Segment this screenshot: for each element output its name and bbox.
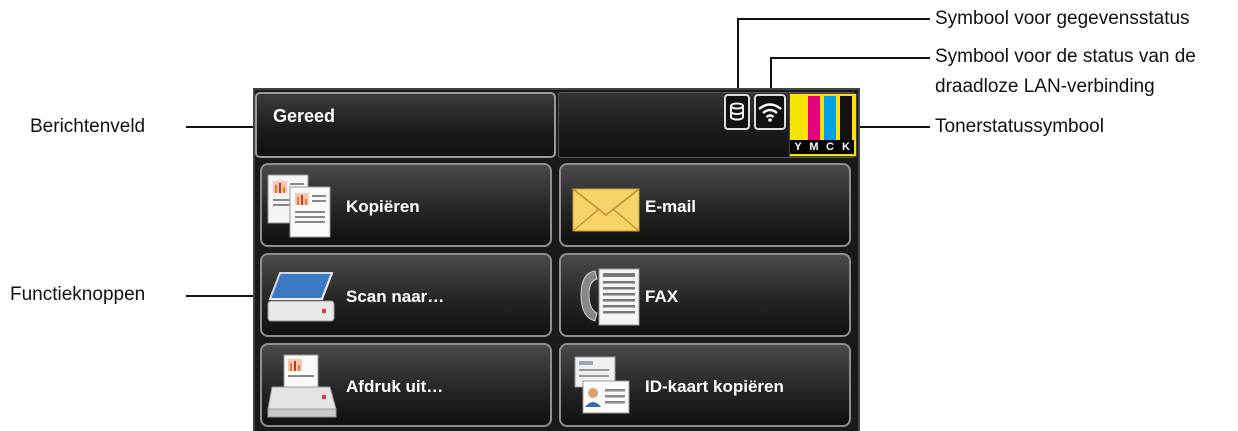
data-status-icon [724,94,750,130]
leader-line-wireless-h [770,57,930,59]
id-card-copy-button-label: ID-kaart kopiëren [645,377,784,396]
toner-label-y: Y [790,140,806,154]
copy-icon [266,171,344,241]
message-field: Gereed [255,92,556,158]
toner-bar-m [808,96,820,140]
email-button[interactable]: E-mail [559,163,851,247]
callout-data-status: Symbool voor gegevensstatus [935,8,1190,29]
toner-bar-y [792,96,804,140]
envelope-icon [565,171,643,241]
leader-line-toner [858,126,930,128]
toner-label-c: C [822,140,838,154]
toner-bar-k [840,96,852,140]
scan-to-button-label: Scan naar… [346,287,445,306]
print-from-button[interactable]: Afdruk uit… [260,343,552,427]
printer-icon [266,351,344,421]
toner-label-k: K [838,140,854,154]
scanner-icon [266,261,344,331]
callout-message-field: Berichtenveld [30,116,146,137]
leader-line-data-status-v [737,18,739,94]
scan-to-button[interactable]: Scan naar… [260,253,552,337]
fax-icon [565,261,643,331]
print-from-button-label: Afdruk uit… [346,377,444,396]
function-button-grid: Kopiëren E-mail Scan naar… FAX Afdruk ui… [257,160,855,431]
callout-wireless-status-line1: Symbool voor de status van de [935,46,1196,67]
message-text: Gereed [273,106,336,126]
fax-button[interactable]: FAX [559,253,851,337]
callout-toner-status: Tonerstatussymbool [935,116,1104,137]
id-card-icon [565,351,643,421]
callout-wireless-status-line2: draadloze LAN-verbinding [935,76,1155,97]
toner-label-m: M [806,140,822,154]
toner-status-icon: Y M C K [789,93,857,157]
fax-button-label: FAX [645,287,679,306]
id-card-copy-button[interactable]: ID-kaart kopiëren [559,343,851,427]
leader-line-data-status-h [737,18,930,20]
leader-line-message-field [186,126,253,128]
wireless-lan-icon [754,94,786,130]
toner-bar-c [824,96,836,140]
email-button-label: E-mail [645,197,697,216]
copy-button[interactable]: Kopiëren [260,163,552,247]
callout-function-buttons: Functieknoppen [10,284,146,305]
leader-line-function-buttons [186,295,257,297]
copy-button-label: Kopiëren [346,197,420,216]
